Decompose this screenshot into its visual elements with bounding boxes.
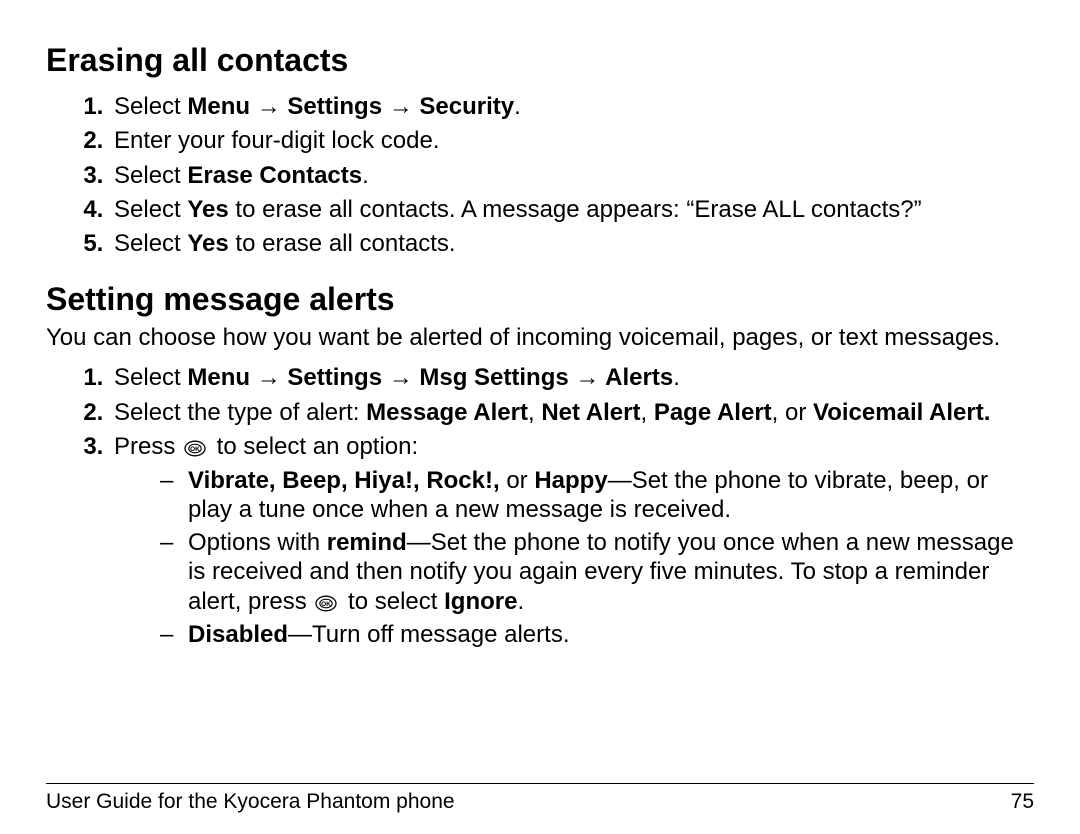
step-1-select-security: Select Menu → Settings → Security. <box>110 91 1034 123</box>
option-text: Options with <box>188 529 327 556</box>
step-bold: Yes <box>187 196 228 223</box>
option-text: —Turn off message alerts. <box>288 621 569 648</box>
step-text: Select the type of alert: <box>114 399 366 426</box>
step-text: . <box>514 93 521 120</box>
step-text: Select <box>114 162 187 189</box>
intro-setting-message-alerts: You can choose how you want be alerted o… <box>46 324 1034 353</box>
sub-option-disabled: Disabled—Turn off message alerts. <box>160 620 1034 649</box>
step-bold: Yes <box>187 230 228 257</box>
step-text: . <box>362 162 369 189</box>
step-text: Select <box>114 230 187 257</box>
step-4-select-yes-confirm: Select Yes to erase all contacts. A mess… <box>110 194 1034 226</box>
option-text: . <box>517 588 524 615</box>
sub-options-list: Vibrate, Beep, Hiya!, Rock!, or Happy—Se… <box>114 466 1034 650</box>
ok-button-icon: OK <box>184 440 206 457</box>
step-bold: Page Alert <box>654 399 772 426</box>
option-bold: Ignore <box>444 588 517 615</box>
step-2-enter-lock-code: Enter your four-digit lock code. <box>110 125 1034 157</box>
step-text: , <box>528 399 541 426</box>
step-text: to select an option: <box>210 433 418 460</box>
step-bold: Message Alert <box>366 399 528 426</box>
svg-text:OK: OK <box>190 446 200 453</box>
step-text: , or <box>772 399 813 426</box>
option-text: to select <box>341 588 444 615</box>
step-bold: Menu → Settings → Msg Settings → Alerts <box>187 364 673 391</box>
step-bold: Net Alert <box>541 399 640 426</box>
steps-erasing-all-contacts: Select Menu → Settings → Security. Enter… <box>46 91 1034 261</box>
step-text: Select <box>114 196 187 223</box>
step-text: Select <box>114 93 187 120</box>
step-3-press-ok: Press OK to select an option: Vibrate, B… <box>110 431 1034 649</box>
step-text: to erase all contacts. <box>229 230 456 257</box>
option-text: or <box>506 467 534 494</box>
footer-divider <box>46 783 1034 784</box>
step-text: to erase all contacts. A message appears… <box>229 196 922 223</box>
step-bold: Menu → Settings → Security <box>187 93 514 120</box>
step-text: . <box>673 364 680 391</box>
option-bold: Happy <box>534 467 607 494</box>
step-3-select-erase-contacts: Select Erase Contacts. <box>110 160 1034 192</box>
sub-option-remind: Options with remind—Set the phone to not… <box>160 528 1034 616</box>
step-text: Select <box>114 364 187 391</box>
steps-setting-message-alerts: Select Menu → Settings → Msg Settings → … <box>46 362 1034 649</box>
page-footer: User Guide for the Kyocera Phantom phone… <box>46 790 1034 814</box>
step-bold: Voicemail Alert. <box>813 399 990 426</box>
step-text: Press <box>114 433 182 460</box>
heading-setting-message-alerts: Setting message alerts <box>46 281 1034 318</box>
step-5-select-yes-erase: Select Yes to erase all contacts. <box>110 228 1034 260</box>
step-bold: Erase Contacts <box>187 162 362 189</box>
option-bold: remind <box>327 529 407 556</box>
step-1-select-alerts: Select Menu → Settings → Msg Settings → … <box>110 362 1034 394</box>
footer-page-number: 75 <box>1011 790 1034 814</box>
document-page: Erasing all contacts Select Menu → Setti… <box>0 0 1080 834</box>
heading-erasing-all-contacts: Erasing all contacts <box>46 42 1034 79</box>
footer-title: User Guide for the Kyocera Phantom phone <box>46 790 455 814</box>
option-bold: Disabled <box>188 621 288 648</box>
step-2-select-alert-type: Select the type of alert: Message Alert,… <box>110 397 1034 429</box>
option-bold: Vibrate, Beep, Hiya!, Rock!, <box>188 467 506 494</box>
step-text: , <box>640 399 653 426</box>
svg-text:OK: OK <box>322 601 332 608</box>
ok-button-icon: OK <box>315 595 337 612</box>
sub-option-tunes: Vibrate, Beep, Hiya!, Rock!, or Happy—Se… <box>160 466 1034 525</box>
